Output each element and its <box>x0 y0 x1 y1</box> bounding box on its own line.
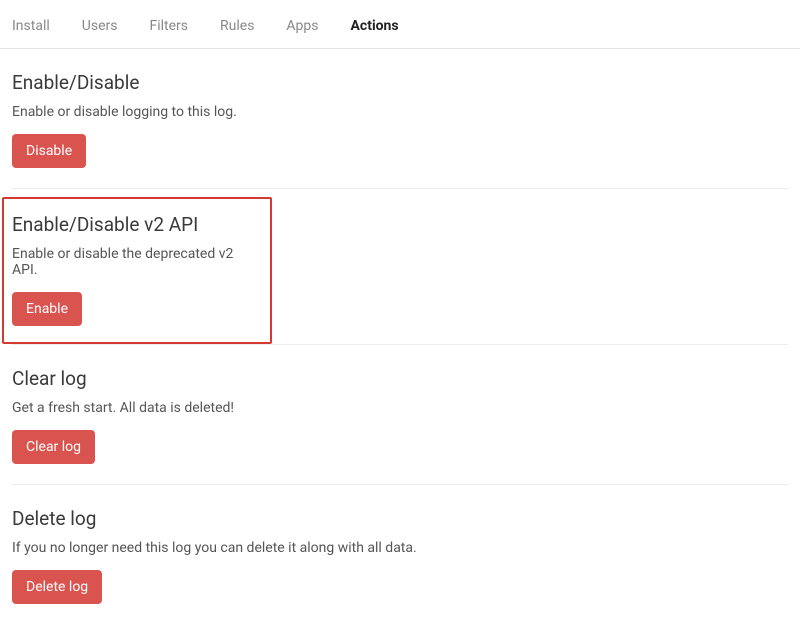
section-enable-disable: Enable/Disable Enable or disable logging… <box>12 49 788 189</box>
section-clear-log: Clear log Get a fresh start. All data is… <box>12 345 788 485</box>
content-area: Enable/Disable Enable or disable logging… <box>0 49 800 624</box>
section-description: Enable or disable logging to this log. <box>12 104 788 120</box>
tab-actions[interactable]: Actions <box>335 18 415 34</box>
clear-log-button[interactable]: Clear log <box>12 430 95 464</box>
section-title: Delete log <box>12 507 788 530</box>
section-title: Enable/Disable <box>12 71 788 94</box>
section-description: Enable or disable the deprecated v2 API. <box>12 246 262 278</box>
disable-button[interactable]: Disable <box>12 134 86 168</box>
delete-log-button[interactable]: Delete log <box>12 570 102 604</box>
tab-users[interactable]: Users <box>66 18 134 34</box>
section-v2-api: Enable/Disable v2 API Enable or disable … <box>2 197 272 344</box>
section-delete-log: Delete log If you no longer need this lo… <box>12 485 788 624</box>
section-description: Get a fresh start. All data is deleted! <box>12 400 788 416</box>
tab-rules[interactable]: Rules <box>204 18 270 34</box>
section-title: Clear log <box>12 367 788 390</box>
tabs-bar: Install Users Filters Rules Apps Actions <box>0 0 800 49</box>
tab-filters[interactable]: Filters <box>133 18 204 34</box>
section-title: Enable/Disable v2 API <box>12 213 262 236</box>
section-description: If you no longer need this log you can d… <box>12 540 788 556</box>
enable-button[interactable]: Enable <box>12 292 82 326</box>
tab-install[interactable]: Install <box>12 18 66 34</box>
tab-apps[interactable]: Apps <box>270 18 334 34</box>
